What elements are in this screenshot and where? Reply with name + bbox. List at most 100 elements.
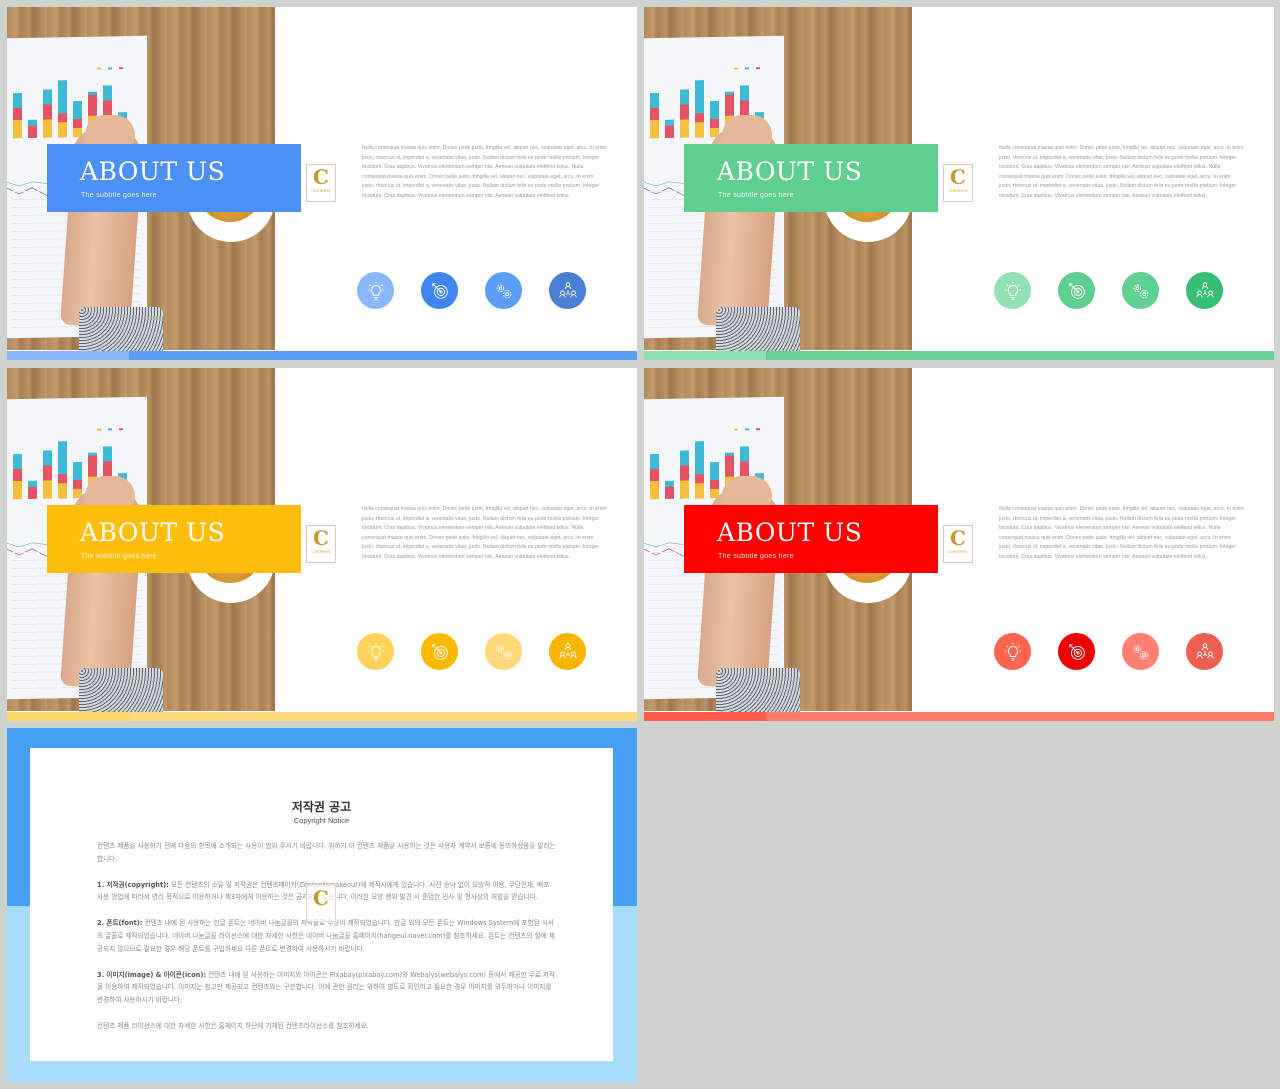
icon-row [994,272,1234,310]
gears-icon-button[interactable] [1122,272,1159,309]
slide-subtitle: The subtitle goes here [718,553,794,560]
notice-item-image-icon: 3. 이미지(image) & 아이콘(icon): 컨텐츠 내에 된 사용하는… [97,969,557,1007]
sleeve [79,307,163,355]
team-icon-button[interactable] [1186,633,1223,670]
team-icon [558,281,577,298]
team-icon-button[interactable] [549,272,586,309]
gears-icon-button[interactable] [485,633,522,670]
logo-letter: C [313,526,329,550]
logo-caption: CONTENTS [948,550,968,554]
slide-title: ABOUT US [80,157,226,186]
lightbulb-icon-button[interactable] [357,633,394,670]
paper-bar [43,119,52,138]
contents-logo: C CONTENTS [943,164,973,202]
footer-bar-left [644,351,766,360]
paper-bar [58,483,67,499]
lightbulb-icon [1004,281,1021,300]
slide-title: ABOUT US [717,518,863,547]
footer-bar [7,712,637,721]
title-banner: ABOUT US The subtitle goes here [47,505,301,573]
footer-bar-left [7,712,129,721]
notice-outro: 컨텐츠 제품 라이선스에 대한 자세한 사항은 홈페이지 하단에 기재된 컨텐츠… [97,1021,369,1030]
notice-item-font: 2. 폰트(font): 컨텐츠 내에 된 사용하는 한글 폰트는 네이버 나눔… [97,917,557,955]
title-banner: ABOUT US The subtitle goes here [684,505,938,573]
team-icon-button[interactable] [1186,272,1223,309]
sleeve [79,668,163,716]
logo-letter: C [950,526,966,550]
logo-letter: C [950,165,966,189]
logo-caption: CONTENTS [948,189,968,193]
target-icon [431,282,448,299]
team-icon [1195,281,1214,298]
gears-icon [496,645,511,659]
footer-bar-left [7,351,129,360]
slide-red[interactable]: ABOUT US The subtitle goes here C CONTEN… [644,368,1274,721]
lightbulb-icon-button[interactable] [357,272,394,309]
notice-intro: 컨텐츠 제품을 사용하기 전에 다음의 항목에 소개되는 사용이 범위 주시기 … [97,842,556,863]
paper-bar [13,119,22,139]
target-icon-button[interactable] [421,633,458,670]
slide-subtitle: The subtitle goes here [81,553,157,560]
lightbulb-icon-button[interactable] [994,633,1031,670]
paper-bar [13,480,22,500]
title-banner: ABOUT US The subtitle goes here [47,144,301,212]
notice-item-text: 컨텐츠 내에 된 사용하는 한글 폰트는 네이버 나눔글꼴의 저작물로 무상이 … [97,919,555,953]
slide-subtitle: The subtitle goes here [81,192,157,199]
team-icon [558,642,577,659]
notice-item-label: 2. 폰트(font): [97,919,143,928]
lightbulb-icon [367,642,384,661]
target-icon-button[interactable] [1058,633,1095,670]
paper-chart-legend [729,66,762,71]
icon-row [357,272,597,310]
gears-icon [1133,284,1148,298]
target-icon [431,643,448,660]
footer-bar-right [129,351,637,360]
notice-logo: C [306,884,336,922]
paper-bar [680,480,689,499]
paper-bar [680,119,689,138]
body-paragraph: Nulla consequat massa quis enim. Donec p… [999,145,1244,199]
logo-caption: CONTENTS [311,550,331,554]
paper-bar [695,122,704,138]
footer-bar [644,712,1274,721]
team-icon [1195,642,1214,659]
target-icon-button[interactable] [421,272,458,309]
paper-bar [665,125,674,138]
slide-subtitle: The subtitle goes here [718,192,794,199]
paper-bar [695,483,704,499]
paper-bar [28,486,37,499]
slide-yellow[interactable]: ABOUT US The subtitle goes here C CONTEN… [7,368,637,721]
footer-bar [644,351,1274,360]
paper-chart-legend [92,427,125,432]
gears-icon [1133,645,1148,659]
paper-bar [650,480,659,500]
title-banner: ABOUT US The subtitle goes here [684,144,938,212]
gears-icon-button[interactable] [485,272,522,309]
notice-body: 컨텐츠 제품을 사용하기 전에 다음의 항목에 소개되는 사용이 범위 주시기 … [97,840,557,1046]
contents-logo: C CONTENTS [306,164,336,202]
notice-item-label: 1. 저작권(copyright): [97,880,169,889]
body-paragraph: Nulla consequat massa quis enim. Donec p… [362,145,607,199]
team-icon-button[interactable] [549,633,586,670]
paper-chart-legend [729,427,762,432]
target-icon [1068,643,1085,660]
sleeve [716,668,800,716]
slide-title: ABOUT US [80,518,226,547]
logo-letter: C [313,886,329,910]
footer-bar-right [129,712,637,721]
body-paragraph: Nulla consequat massa quis enim. Donec p… [362,506,607,560]
target-icon-button[interactable] [1058,272,1095,309]
slide-title: ABOUT US [717,157,863,186]
slide-green[interactable]: ABOUT US The subtitle goes here C CONTEN… [644,7,1274,360]
paper-bar [43,480,52,499]
lightbulb-icon [1004,642,1021,661]
notice-title: 저작권 공고 [291,800,352,814]
lightbulb-icon-button[interactable] [994,272,1031,309]
notice-subtitle: Copyright Notice [293,816,350,825]
slide-blue[interactable]: ABOUT US The subtitle goes here C CONTEN… [7,7,637,360]
gears-icon-button[interactable] [1122,633,1159,670]
notice-item-label: 3. 이미지(image) & 아이콘(icon): [97,970,206,979]
lightbulb-icon [367,281,384,300]
footer-bar-right [766,351,1274,360]
paper-chart-legend [92,66,125,71]
